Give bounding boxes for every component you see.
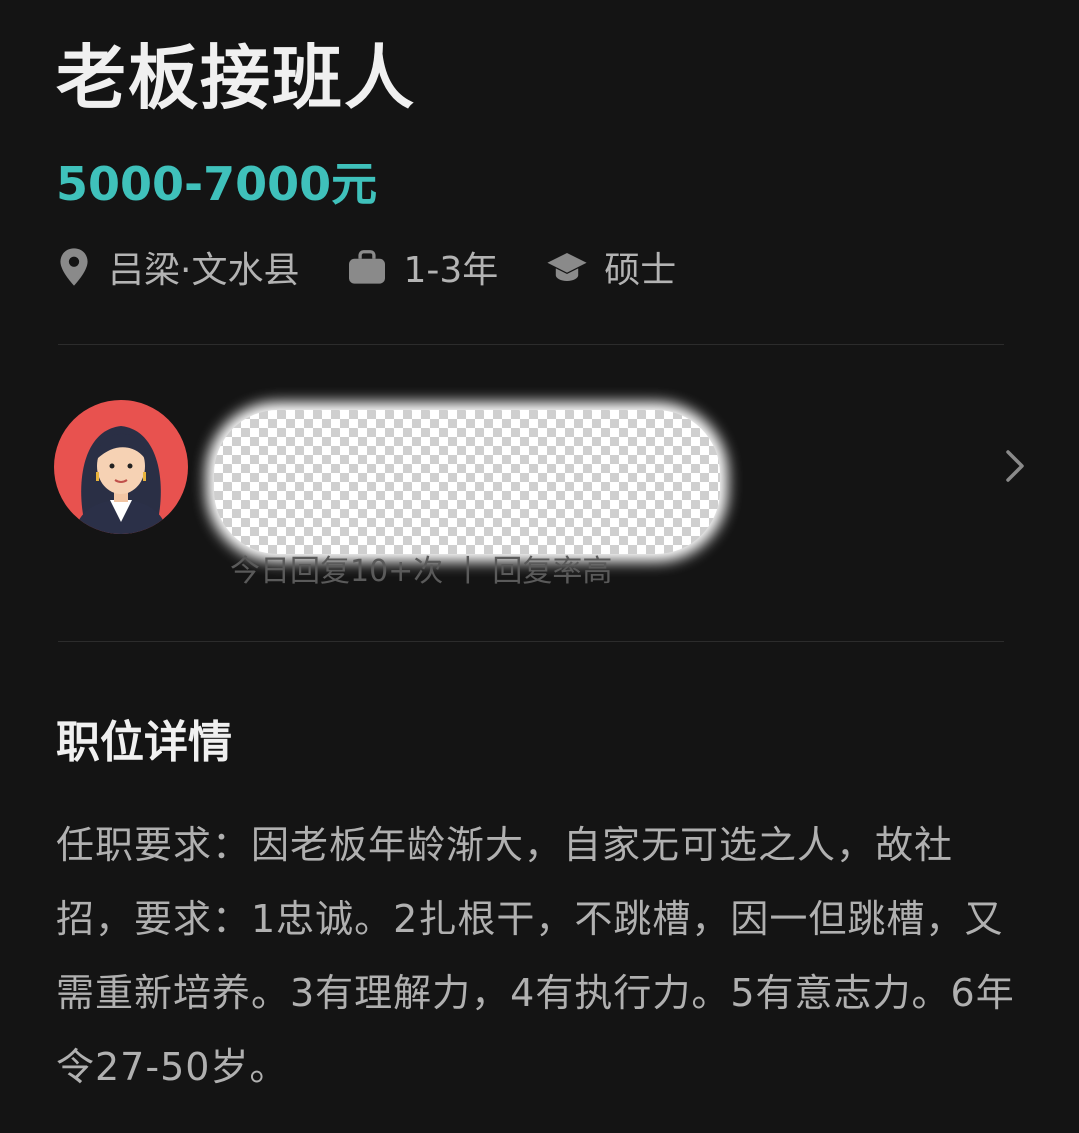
- section-title-job-details: 职位详情: [56, 717, 232, 768]
- divider: [58, 641, 1004, 642]
- job-description: 任职要求：因老板年龄渐大，自家无可选之人，故社招，要求：1忠诚。2扎根干，不跳槽…: [56, 823, 1015, 1089]
- location-info: 吕梁·文水县: [56, 241, 299, 293]
- experience-info: 1-3年: [347, 241, 498, 293]
- location-text: 吕梁·文水县: [108, 250, 300, 291]
- education-text: 硕士: [604, 250, 677, 291]
- experience-text: 1-3年: [403, 250, 499, 291]
- location-pin-icon: [60, 248, 88, 286]
- chevron-right-icon[interactable]: [1000, 446, 1030, 486]
- redacted-recruiter-name: [214, 410, 720, 554]
- briefcase-icon: [349, 250, 386, 284]
- job-meta-row: 吕梁·文水县 1-3年 硕士: [56, 240, 724, 294]
- graduation-cap-icon: [547, 253, 587, 281]
- divider: [58, 344, 1004, 345]
- reply-stats: 今日回复10+次 丨 回复率高: [230, 554, 613, 589]
- job-detail-page: 老板接班人 5000-7000元 吕梁·文水县 1-3年 硕士 今日回复10+次…: [0, 0, 1079, 1133]
- job-title: 老板接班人: [56, 37, 416, 119]
- salary-range: 5000-7000元: [56, 157, 378, 211]
- avatar-illustration: [54, 400, 188, 534]
- education-info: 硕士: [546, 241, 676, 293]
- recruiter-card[interactable]: 今日回复10+次 丨 回复率高: [54, 398, 1034, 589]
- recruiter-avatar[interactable]: [54, 400, 188, 534]
